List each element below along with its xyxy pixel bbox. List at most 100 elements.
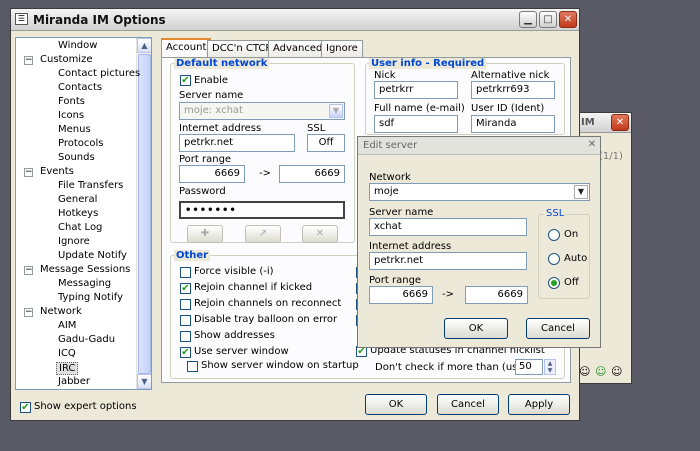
es-network-label: Network — [369, 172, 411, 183]
password-field[interactable]: ••••••• — [179, 201, 345, 219]
es-ssl-radio[interactable] — [548, 277, 560, 289]
dont-check-field[interactable]: 50 — [515, 359, 543, 375]
tree-item-label: Events — [40, 166, 74, 177]
es-port-arrow: -> — [442, 289, 454, 300]
other-option-checkbox[interactable]: ✔ — [180, 347, 191, 358]
es-network-value: moje — [374, 186, 399, 197]
tree-item-label: Message Sessions — [40, 264, 131, 275]
es-server-name-field[interactable]: xchat — [369, 218, 527, 236]
tree-item-label: Ignore — [58, 236, 90, 247]
other-option-checkbox[interactable] — [180, 299, 191, 310]
other-option-checkbox[interactable]: ✔ — [180, 283, 191, 294]
other-option-checkbox[interactable] — [180, 267, 191, 278]
tree-expander-icon[interactable]: − — [24, 308, 33, 317]
other-option-label: Show addresses — [194, 330, 275, 341]
tree-item-label: Typing Notify — [58, 292, 124, 303]
show-expert-label: Show expert options — [34, 401, 137, 412]
server-name-label: Server name — [179, 90, 244, 101]
tree-item-label: Gadu-Gadu — [58, 334, 116, 345]
tab-ignore[interactable]: Ignore — [321, 40, 363, 57]
server-name-dropdown-arrow[interactable]: ▼ — [329, 104, 343, 118]
tree-item-label: Window — [58, 40, 98, 51]
minimize-button[interactable]: ▁ — [519, 11, 537, 28]
nick-label: Nick — [374, 70, 396, 81]
tab-dcc-ctcp[interactable]: DCC'n CTCP — [207, 40, 277, 57]
contact-icon: ☺ — [611, 365, 623, 378]
other-option-checkbox[interactable] — [187, 361, 198, 372]
tree-item-label: Sounds — [58, 152, 95, 163]
tree-item-label: Network — [40, 306, 82, 317]
scroll-thumb[interactable] — [138, 54, 151, 374]
tree-item-label: Update Notify — [58, 250, 127, 261]
tree-item-label: Hotkeys — [58, 208, 99, 219]
close-button[interactable]: ✕ — [559, 11, 577, 28]
tree-expander-icon[interactable]: − — [24, 266, 33, 275]
es-port-from-field[interactable]: 6669 — [369, 286, 433, 304]
enable-checkbox[interactable]: ✔ — [180, 75, 191, 86]
other-title: Other — [174, 250, 211, 261]
background-window-close-button[interactable]: ✕ — [611, 114, 629, 131]
maximize-button[interactable]: □ — [539, 11, 557, 28]
edit-server-button[interactable]: ↗ — [245, 225, 281, 243]
es-cancel-button[interactable]: Cancel — [526, 318, 590, 339]
es-internet-address-field[interactable]: petrkr.net — [369, 252, 527, 270]
other-option-checkbox[interactable] — [180, 331, 191, 342]
es-ssl-radio[interactable] — [548, 229, 560, 241]
port-from-field[interactable]: 6669 — [179, 165, 245, 183]
user-id-label: User ID (Ident) — [471, 103, 545, 114]
es-internet-address-label: Internet address — [369, 241, 452, 252]
es-ssl-title: SSL — [544, 208, 567, 219]
alt-nick-field[interactable]: petrkrr693 — [471, 81, 555, 99]
delete-server-button[interactable]: ✕ — [302, 225, 338, 243]
dont-check-spinner[interactable]: ▲ ▼ — [544, 359, 556, 375]
options-tree[interactable]: ▲ ▼ Window − Customize Contact pictures Cont… — [15, 37, 152, 390]
radio-dot-icon — [551, 280, 557, 286]
nick-field[interactable]: petrkrr — [374, 81, 458, 99]
ssl-field[interactable]: Off — [307, 134, 345, 152]
server-name-select[interactable]: moje: xchat ▼ — [179, 102, 345, 120]
tab-advanced[interactable]: Advanced — [268, 40, 328, 57]
cancel-button[interactable]: Cancel — [437, 394, 499, 415]
show-expert-checkbox[interactable]: ✔ — [20, 402, 31, 413]
es-ssl-radio[interactable] — [548, 253, 560, 265]
other-option-label: Rejoin channel if kicked — [194, 282, 313, 293]
full-name-label: Full name (e-mail) — [374, 103, 465, 114]
other-option-label: Use server window — [194, 346, 289, 357]
internet-address-label: Internet address — [179, 123, 262, 134]
apply-button[interactable]: Apply — [508, 394, 570, 415]
other-option-label: Disable tray balloon on error — [194, 314, 338, 325]
tree-expander-icon[interactable]: − — [24, 56, 33, 65]
scroll-up-arrow[interactable]: ▲ — [137, 38, 151, 53]
tree-item-label: Contact pictures — [58, 68, 141, 79]
port-arrow: -> — [259, 168, 271, 179]
internet-address-field[interactable]: petrkr.net — [179, 134, 295, 152]
edit-server-close-icon[interactable]: ✕ — [586, 139, 598, 151]
scroll-down-arrow[interactable]: ▼ — [137, 374, 151, 389]
tree-item-label: Menus — [58, 124, 91, 135]
tab-account[interactable]: Account — [161, 38, 212, 58]
password-label: Password — [179, 186, 226, 197]
server-name-value: moje: xchat — [184, 105, 243, 116]
es-network-dropdown-arrow[interactable]: ▼ — [574, 185, 588, 199]
tree-item-label: Icons — [58, 110, 85, 121]
add-server-button[interactable]: ✚ — [187, 225, 223, 243]
other-option-checkbox[interactable] — [180, 315, 191, 326]
es-ok-button[interactable]: OK — [444, 318, 508, 339]
tree-item-label: Protocols — [58, 138, 104, 149]
es-port-range-label: Port range — [369, 275, 422, 286]
tree-scrollbar[interactable]: ▲ ▼ — [136, 38, 151, 389]
port-to-field[interactable]: 6669 — [279, 165, 345, 183]
user-id-field[interactable]: Miranda — [471, 115, 555, 133]
other-option-label: Show server window on startup — [201, 360, 359, 371]
ok-button[interactable]: OK — [365, 394, 427, 415]
es-network-select[interactable]: moje ▼ — [369, 183, 590, 201]
es-port-to-field[interactable]: 6669 — [465, 286, 528, 304]
contact-icon: ☺ — [595, 365, 607, 378]
tree-item-label: ICQ — [58, 348, 76, 359]
full-name-field[interactable]: sdf — [374, 115, 458, 133]
es-ssl-radio-label: On — [564, 229, 579, 240]
tree-expander-icon[interactable]: − — [24, 168, 33, 177]
other-option-label: Force visible (-i) — [194, 266, 274, 277]
tree-item-label: AIM — [58, 320, 77, 331]
other-option-label: Rejoin channels on reconnect — [194, 298, 342, 309]
